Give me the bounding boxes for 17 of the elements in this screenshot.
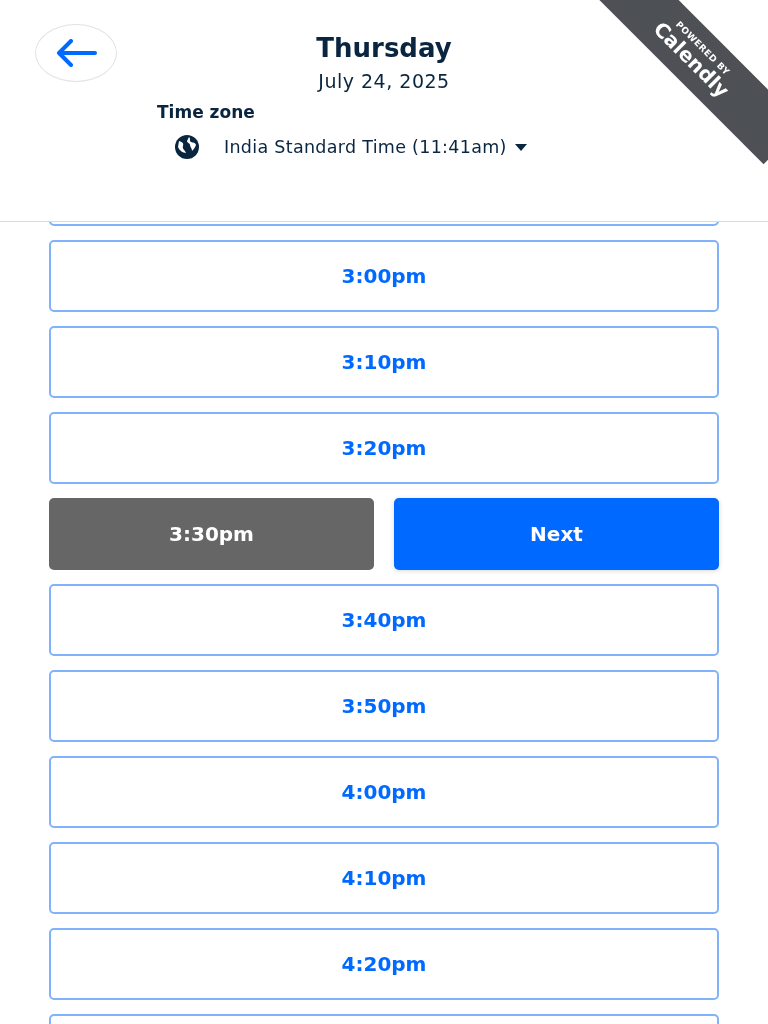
time-slot[interactable]: 4:20pm	[49, 928, 719, 1000]
time-slot[interactable]: 4:10pm	[49, 842, 719, 914]
day-title: Thursday	[316, 32, 452, 65]
time-slot[interactable]: 4:00pm	[49, 756, 719, 828]
time-slot[interactable]: 3:10pm	[49, 326, 719, 398]
next-button[interactable]: Next	[394, 498, 719, 570]
timezone-dropdown[interactable]: India Standard Time (11:41am)	[174, 134, 527, 160]
date-text: July 24, 2025	[318, 70, 450, 92]
timezone-label: Time zone	[157, 102, 255, 122]
caret-icon	[514, 143, 527, 151]
time-slot[interactable]: 3:40pm	[49, 584, 719, 656]
time-slot[interactable]: 3:00pm	[49, 240, 719, 312]
globe-icon	[174, 134, 200, 160]
time-slot[interactable]: 3:50pm	[49, 670, 719, 742]
time-slot[interactable]: 3:20pm	[49, 412, 719, 484]
selected-time-slot[interactable]: 3:30pm	[49, 498, 374, 570]
back-arrow-icon	[55, 39, 97, 67]
